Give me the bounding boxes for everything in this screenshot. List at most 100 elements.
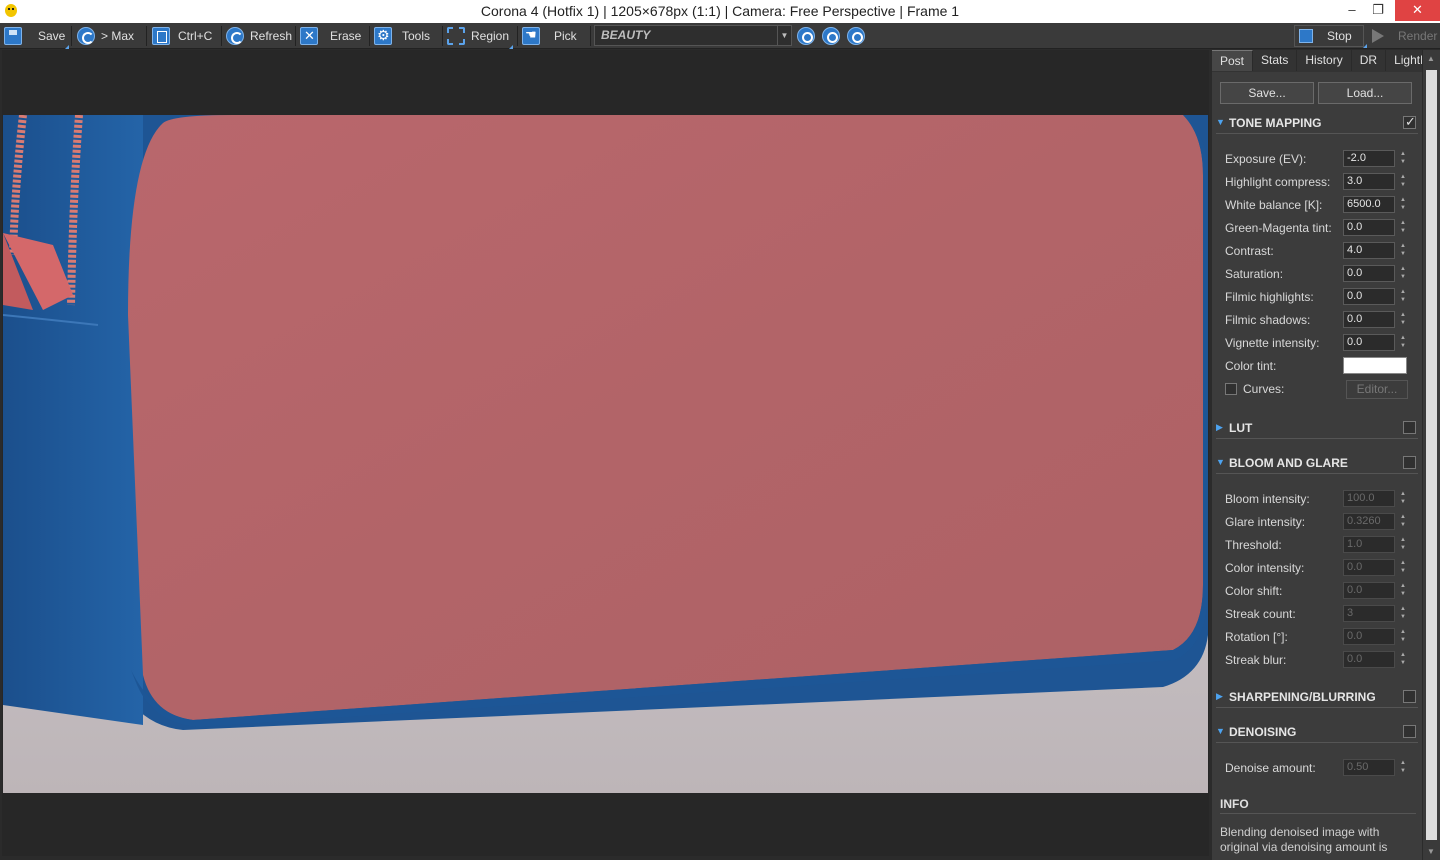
threshold-field[interactable]: 1.0 <box>1343 536 1395 553</box>
expand-arrow-icon: ▶ <box>1216 691 1223 701</box>
sharpening-header[interactable]: ▶ SHARPENING/BLURRING <box>1216 686 1418 708</box>
filmic-highlights-field[interactable]: 0.0 <box>1343 288 1395 305</box>
bloom-intensity-field[interactable]: 100.0 <box>1343 490 1395 507</box>
stop-button[interactable]: Stop <box>1294 25 1367 48</box>
spinner-icon[interactable]: ▲ ▼ <box>1399 513 1407 530</box>
erase-button[interactable]: Erase <box>300 25 361 47</box>
spinner-icon[interactable]: ▲ ▼ <box>1399 196 1407 213</box>
chevron-down-icon: ▼ <box>777 26 791 45</box>
spinner-icon[interactable]: ▲ ▼ <box>1399 288 1407 305</box>
tools-button[interactable]: Tools <box>374 25 430 47</box>
spinner-icon[interactable]: ▲ ▼ <box>1399 265 1407 282</box>
zoom-out-button[interactable] <box>822 25 840 47</box>
highlight-compress-field[interactable]: 3.0 <box>1343 173 1395 190</box>
spinner-icon[interactable]: ▲ ▼ <box>1399 582 1407 599</box>
save-button[interactable]: Save <box>4 25 70 49</box>
spinner-icon[interactable]: ▲ ▼ <box>1399 219 1407 236</box>
spinner-icon[interactable]: ▲ ▼ <box>1399 242 1407 259</box>
spinner-icon[interactable]: ▲ ▼ <box>1399 490 1407 507</box>
render-button[interactable]: Render <box>1368 25 1437 47</box>
streak-count-field[interactable]: 3 <box>1343 605 1395 622</box>
spinner-icon[interactable]: ▲ ▼ <box>1399 605 1407 622</box>
contrast-field[interactable]: 4.0 <box>1343 242 1395 259</box>
info-title: INFO <box>1220 797 1416 814</box>
region-button[interactable]: Region <box>447 25 514 49</box>
region-select-icon <box>447 27 465 45</box>
color-tint-swatch[interactable] <box>1343 357 1407 374</box>
pick-button[interactable]: Pick <box>522 25 577 47</box>
color-shift-field[interactable]: 0.0 <box>1343 582 1395 599</box>
white-balance-field[interactable]: 6500.0 <box>1343 196 1395 213</box>
color-tint-row: Color tint: <box>1225 356 1418 376</box>
render-viewport[interactable] <box>2 50 1209 856</box>
glare-intensity-field[interactable]: 0.3260 <box>1343 513 1395 530</box>
lut-header[interactable]: ▶ LUT <box>1216 417 1418 439</box>
spinner-icon[interactable]: ▲ ▼ <box>1399 334 1407 351</box>
render-channel-select[interactable]: BEAUTY ▼ <box>594 25 792 46</box>
bloom-glare-checkbox[interactable] <box>1403 456 1416 469</box>
erase-icon <box>300 27 318 45</box>
spinner-icon[interactable]: ▲ ▼ <box>1399 628 1407 645</box>
saturation-field[interactable]: 0.0 <box>1343 265 1395 282</box>
green-magenta-field[interactable]: 0.0 <box>1343 219 1395 236</box>
tone-mapping-checkbox[interactable] <box>1403 114 1416 130</box>
bloom-intensity-row: Bloom intensity: 100.0 ▲ ▼ <box>1225 489 1418 509</box>
streak-blur-label: Streak blur: <box>1225 653 1287 667</box>
streak-blur-field[interactable]: 0.0 <box>1343 651 1395 668</box>
panel-scrollbar[interactable]: ▲ ▼ <box>1422 50 1440 860</box>
tab-post[interactable]: Post <box>1212 50 1254 71</box>
filmic-shadows-label: Filmic shadows: <box>1225 313 1311 327</box>
denoise-amount-field[interactable]: 0.50 <box>1343 759 1395 776</box>
lut-checkbox[interactable] <box>1403 421 1416 434</box>
spinner-icon[interactable]: ▲ ▼ <box>1399 150 1407 167</box>
vignette-label: Vignette intensity: <box>1225 336 1320 350</box>
vignette-field[interactable]: 0.0 <box>1343 334 1395 351</box>
maximize-button[interactable]: ❐ <box>1364 0 1392 21</box>
gear-icon <box>374 27 392 45</box>
copy-label: Ctrl+C <box>178 29 213 43</box>
scroll-down-icon[interactable]: ▼ <box>1427 847 1435 856</box>
filmic-highlights-row: Filmic highlights: 0.0 ▲ ▼ <box>1225 287 1418 307</box>
spinner-icon[interactable]: ▲ ▼ <box>1399 559 1407 576</box>
save-preset-button[interactable]: Save... <box>1220 82 1314 104</box>
scrollbar-thumb[interactable] <box>1426 70 1437 840</box>
load-preset-button[interactable]: Load... <box>1318 82 1412 104</box>
close-button[interactable]: ✕ <box>1395 0 1440 21</box>
filmic-shadows-field[interactable]: 0.0 <box>1343 311 1395 328</box>
tone-mapping-header[interactable]: ▼ TONE MAPPING <box>1216 112 1418 134</box>
spinner-icon[interactable]: ▲ ▼ <box>1399 173 1407 190</box>
max-button[interactable]: > Max <box>77 25 134 47</box>
scroll-up-icon[interactable]: ▲ <box>1427 54 1435 63</box>
denoising-checkbox[interactable] <box>1403 725 1416 738</box>
spinner-icon[interactable]: ▲ ▼ <box>1399 536 1407 553</box>
spinner-icon[interactable]: ▲ ▼ <box>1399 311 1407 328</box>
rotation-field[interactable]: 0.0 <box>1343 628 1395 645</box>
curves-checkbox[interactable] <box>1225 383 1237 395</box>
exposure-field[interactable]: -2.0 <box>1343 150 1395 167</box>
tab-stats[interactable]: Stats <box>1253 50 1298 71</box>
copy-button[interactable]: Ctrl+C <box>152 25 212 47</box>
window-title: Corona 4 (Hotfix 1) | 1205×678px (1:1) |… <box>480 3 960 19</box>
expand-arrow-icon: ▶ <box>1216 422 1223 432</box>
spinner-icon[interactable]: ▲ ▼ <box>1399 759 1407 776</box>
spinner-icon[interactable]: ▲ ▼ <box>1399 651 1407 668</box>
color-intensity-field[interactable]: 0.0 <box>1343 559 1395 576</box>
section-title: BLOOM AND GLARE <box>1229 456 1348 470</box>
streak-blur-row: Streak blur: 0.0 ▲ ▼ <box>1225 650 1418 670</box>
bloom-intensity-label: Bloom intensity: <box>1225 492 1310 506</box>
refresh-button[interactable]: Refresh <box>226 25 292 47</box>
streak-count-row: Streak count: 3 ▲ ▼ <box>1225 604 1418 624</box>
denoising-header[interactable]: ▼ DENOISING <box>1216 721 1418 743</box>
zoom-in-button[interactable] <box>797 25 815 47</box>
tab-dr[interactable]: DR <box>1352 50 1387 71</box>
tab-history[interactable]: History <box>1297 50 1352 71</box>
section-title: LUT <box>1229 421 1253 435</box>
sharpening-checkbox[interactable] <box>1403 690 1416 703</box>
green-magenta-label: Green-Magenta tint: <box>1225 221 1332 235</box>
erase-label: Erase <box>330 29 362 43</box>
zoom-fit-button[interactable] <box>847 25 865 47</box>
saturation-label: Saturation: <box>1225 267 1284 281</box>
curves-editor-button[interactable]: Editor... <box>1346 380 1408 399</box>
minimize-button[interactable]: – <box>1338 0 1366 21</box>
bloom-glare-header[interactable]: ▼ BLOOM AND GLARE <box>1216 452 1418 474</box>
